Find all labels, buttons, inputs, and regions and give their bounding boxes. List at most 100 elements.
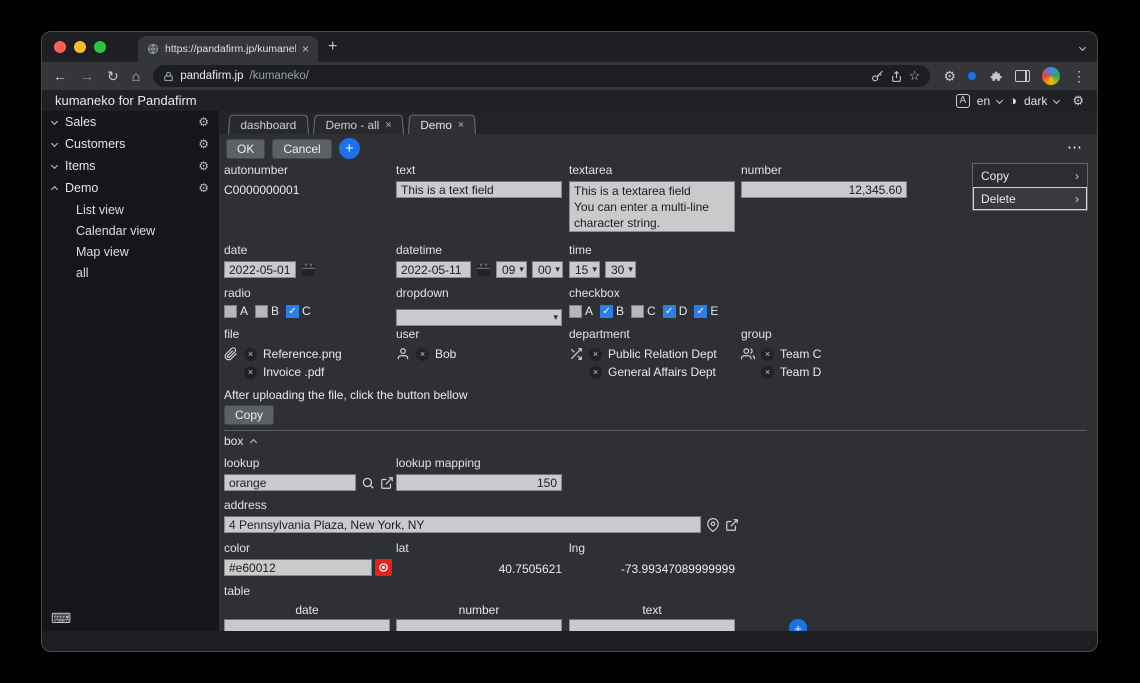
table-cell-input[interactable] xyxy=(569,619,735,631)
text-input[interactable] xyxy=(396,181,562,198)
remove-group-icon[interactable]: × xyxy=(761,348,774,361)
keyboard-icon[interactable]: ⌨ xyxy=(51,610,71,627)
checkbox-icon[interactable] xyxy=(255,305,268,318)
table-cell-input[interactable] xyxy=(396,619,562,631)
browser-menu-icon[interactable]: ⋮ xyxy=(1072,68,1086,85)
group-name[interactable]: Team D xyxy=(780,365,821,379)
sidebar-item-calendar-view[interactable]: Calendar view xyxy=(42,220,219,241)
extension-gear-icon[interactable]: ⚙ xyxy=(943,69,956,83)
checkbox-option-a[interactable]: A xyxy=(569,304,593,318)
more-options-icon[interactable]: ⋯ xyxy=(1067,138,1083,156)
group-name[interactable]: Team C xyxy=(780,347,821,361)
checkbox-option-e[interactable]: ✓E xyxy=(694,304,718,318)
collapse-chevron-up-icon[interactable] xyxy=(250,439,257,446)
number-input[interactable] xyxy=(741,181,907,198)
back-icon[interactable]: ← xyxy=(53,69,67,83)
dropdown-select[interactable]: ▾ xyxy=(396,309,562,326)
sidebar-item-all[interactable]: all xyxy=(42,262,219,283)
tab-dashboard[interactable]: dashboard xyxy=(228,115,309,134)
new-tab-button[interactable]: + xyxy=(328,38,337,56)
demo-settings-gear-icon[interactable]: ⚙ xyxy=(198,182,209,194)
address-bar[interactable]: pandafirm.jp/kumaneko/ ☆ xyxy=(153,65,930,87)
remove-file-icon[interactable]: × xyxy=(244,348,257,361)
address-input[interactable] xyxy=(224,516,701,533)
cancel-button[interactable]: Cancel xyxy=(272,139,331,159)
tab-demo[interactable]: Demo × xyxy=(408,115,476,134)
calendar-icon[interactable] xyxy=(301,262,316,277)
checkbox-option-c[interactable]: C xyxy=(631,304,656,318)
radio-option-b[interactable]: B xyxy=(255,304,279,318)
forward-icon[interactable]: → xyxy=(80,69,94,83)
items-settings-gear-icon[interactable]: ⚙ xyxy=(198,160,209,172)
zoom-window-button[interactable] xyxy=(94,41,106,53)
datetime-date-input[interactable] xyxy=(396,261,471,278)
ok-button[interactable]: OK xyxy=(226,139,265,159)
checkbox-icon[interactable] xyxy=(569,305,582,318)
file-name[interactable]: Invoice .pdf xyxy=(263,365,324,379)
table-cell-input[interactable] xyxy=(224,619,390,631)
box-section-header[interactable]: box xyxy=(224,434,256,448)
minimize-window-button[interactable] xyxy=(74,41,86,53)
side-panel-icon[interactable] xyxy=(1015,70,1030,82)
tab-demo-all[interactable]: Demo - all × xyxy=(313,115,404,134)
checkbox-checked-icon[interactable]: ✓ xyxy=(600,305,613,318)
browser-tab[interactable]: https://pandafirm.jp/kumaneko × xyxy=(138,36,318,62)
textarea-input[interactable]: This is a textarea field You can enter a… xyxy=(569,181,735,232)
checkbox-checked-icon[interactable]: ✓ xyxy=(663,305,676,318)
close-window-button[interactable] xyxy=(54,41,66,53)
profile-avatar[interactable] xyxy=(1042,67,1060,85)
copy-file-button[interactable]: Copy xyxy=(224,405,274,425)
bookmark-star-icon[interactable]: ☆ xyxy=(909,68,921,84)
external-link-icon[interactable] xyxy=(725,518,739,532)
datetime-hour-select[interactable]: 09▾ xyxy=(496,261,527,278)
theme-selector[interactable]: dark xyxy=(1024,94,1047,108)
search-icon[interactable] xyxy=(361,476,375,490)
tab-close-icon[interactable]: × xyxy=(302,42,309,56)
time-minute-select[interactable]: 30▾ xyxy=(605,261,636,278)
checkbox-checked-icon[interactable]: ✓ xyxy=(286,305,299,318)
radio-option-a[interactable]: A xyxy=(224,304,248,318)
color-picker-button[interactable] xyxy=(375,559,392,576)
sidebar-item-demo[interactable]: Demo ⚙ xyxy=(42,177,219,199)
customers-settings-gear-icon[interactable]: ⚙ xyxy=(198,138,209,150)
add-button[interactable]: + xyxy=(339,138,360,159)
sidebar-item-sales[interactable]: Sales ⚙ xyxy=(42,111,219,133)
home-icon[interactable]: ⌂ xyxy=(132,69,140,83)
radio-option-c[interactable]: ✓C xyxy=(286,304,311,318)
sales-settings-gear-icon[interactable]: ⚙ xyxy=(198,116,209,128)
puzzle-icon[interactable] xyxy=(988,69,1003,84)
checkbox-option-b[interactable]: ✓B xyxy=(600,304,624,318)
department-name[interactable]: General Affairs Dept xyxy=(608,365,716,379)
settings-gear-icon[interactable]: ⚙ xyxy=(1072,94,1084,107)
remove-department-icon[interactable]: × xyxy=(589,348,602,361)
user-name[interactable]: Bob xyxy=(435,347,456,361)
sidebar-item-customers[interactable]: Customers ⚙ xyxy=(42,133,219,155)
remove-group-icon[interactable]: × xyxy=(761,366,774,379)
share-icon[interactable] xyxy=(890,70,903,83)
color-input[interactable] xyxy=(224,559,372,576)
remove-file-icon[interactable]: × xyxy=(244,366,257,379)
datetime-minute-select[interactable]: 00▾ xyxy=(532,261,563,278)
tab-search-icon[interactable] xyxy=(1080,38,1085,56)
lookup-input[interactable] xyxy=(224,474,356,491)
context-menu-copy[interactable]: Copy › xyxy=(973,164,1087,187)
remove-user-icon[interactable]: × xyxy=(416,348,429,361)
department-name[interactable]: Public Relation Dept xyxy=(608,347,717,361)
time-hour-select[interactable]: 15▾ xyxy=(569,261,600,278)
reload-icon[interactable]: ↻ xyxy=(107,69,119,83)
sidebar-item-items[interactable]: Items ⚙ xyxy=(42,155,219,177)
checkbox-option-d[interactable]: ✓D xyxy=(663,304,688,318)
context-menu-delete[interactable]: Delete › xyxy=(973,187,1087,210)
extension-blue-dot-icon[interactable] xyxy=(968,72,976,80)
theme-chevron-down-icon[interactable] xyxy=(1053,96,1060,103)
external-link-icon[interactable] xyxy=(380,476,394,490)
checkbox-checked-icon[interactable]: ✓ xyxy=(694,305,707,318)
date-input[interactable] xyxy=(224,261,296,278)
key-icon[interactable] xyxy=(871,70,884,83)
language-selector[interactable]: en xyxy=(977,94,990,108)
checkbox-icon[interactable] xyxy=(224,305,237,318)
table-add-row-button[interactable]: + xyxy=(789,619,807,631)
calendar-icon[interactable] xyxy=(476,262,491,277)
sidebar-item-map-view[interactable]: Map view xyxy=(42,241,219,262)
sidebar-item-list-view[interactable]: List view xyxy=(42,199,219,220)
